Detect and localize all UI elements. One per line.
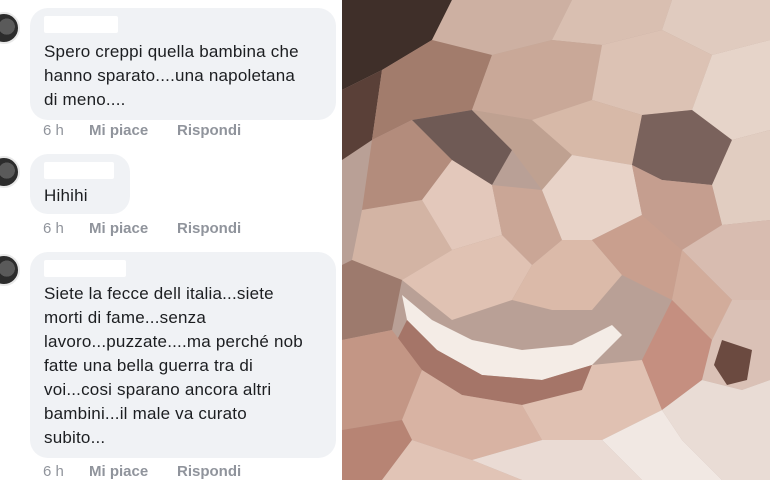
pixelated-face-image xyxy=(342,0,770,480)
like-link[interactable]: Mi piace xyxy=(89,122,177,139)
comment-text: Siete la fecce dell italia...siete morti… xyxy=(44,284,303,447)
comment-timestamp[interactable]: 6 h xyxy=(43,220,89,237)
comment-actions: 6 h Mi piace Rispondi xyxy=(43,220,241,237)
commenter-avatar[interactable] xyxy=(0,254,20,286)
redacted-name xyxy=(44,260,126,277)
comment-actions: 6 h Mi piace Rispondi xyxy=(43,122,241,139)
comment-timestamp[interactable]: 6 h xyxy=(43,463,89,480)
redacted-name xyxy=(44,16,118,33)
like-link[interactable]: Mi piace xyxy=(89,220,177,237)
comment-text: Hihihi xyxy=(44,186,88,205)
comment-bubble: Spero creppi quella bambina che hanno sp… xyxy=(30,8,336,120)
redacted-name xyxy=(44,162,114,179)
comment-timestamp[interactable]: 6 h xyxy=(43,122,89,139)
reply-link[interactable]: Rispondi xyxy=(177,220,241,237)
pixelated-child-photo xyxy=(342,0,770,480)
commenter-avatar[interactable] xyxy=(0,12,20,44)
reply-link[interactable]: Rispondi xyxy=(177,122,241,139)
commenter-avatar[interactable] xyxy=(0,156,20,188)
comment-bubble: Siete la fecce dell italia...siete morti… xyxy=(30,252,336,458)
comment-bubble: Hihihi xyxy=(30,154,130,214)
comment-text: Spero creppi quella bambina che hanno sp… xyxy=(44,42,299,109)
comments-panel: Spero creppi quella bambina che hanno sp… xyxy=(0,0,338,480)
comment-actions: 6 h Mi piace Rispondi xyxy=(43,463,241,480)
reply-link[interactable]: Rispondi xyxy=(177,463,241,480)
like-link[interactable]: Mi piace xyxy=(89,463,177,480)
